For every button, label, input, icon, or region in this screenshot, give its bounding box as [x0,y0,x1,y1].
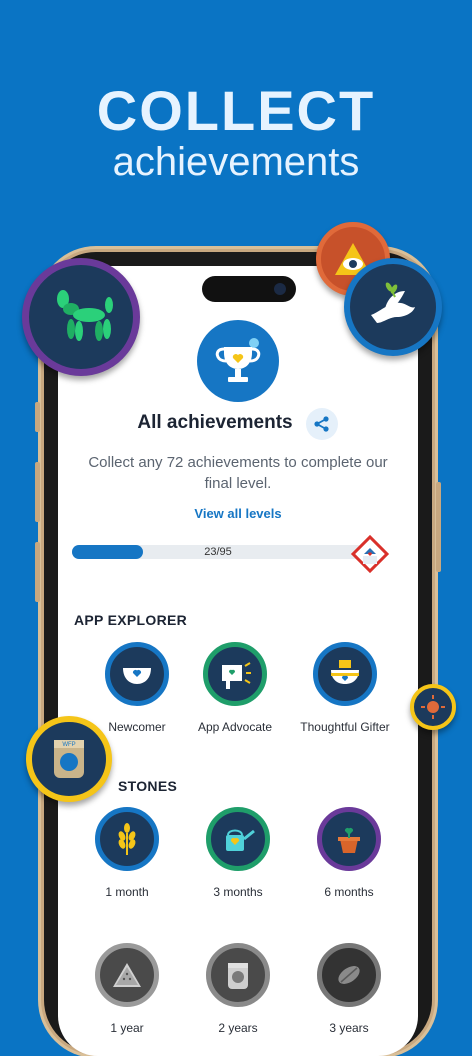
badge-3-months[interactable]: 3 months [183,807,293,899]
section-app-explorer: APP EXPLORER [74,612,188,628]
watering-can-icon [206,807,270,871]
trophy-icon [197,320,279,402]
balloon-dog-icon [57,290,113,341]
floating-badge-wfp-sack: WFP [26,716,112,802]
level-goal-icon [350,534,390,574]
headline-collect: COLLECT [96,79,376,142]
floating-badge-sun [410,684,456,730]
floating-badge-dove [344,258,442,356]
app-screen: All achievements Collect any 72 achievem… [58,266,418,1056]
wheat-icon [95,807,159,871]
badge-label: 3 months [213,885,263,899]
badge-1-month[interactable]: 1 month [72,807,182,899]
sack-label: WFP [62,742,75,748]
seed-icon [317,943,381,1007]
view-all-levels-link[interactable]: View all levels [58,506,418,521]
plant-pot-icon [317,807,381,871]
dove-olive-icon [371,282,415,323]
phone-power-button [436,482,441,572]
badge-label: 2 years [218,1021,258,1035]
phone-volume-up [35,462,40,522]
badge-3-years[interactable]: 3 years [294,943,404,1035]
sun-icon [421,695,445,719]
megaphone-heart-icon [203,642,267,706]
phone-volume-down [35,542,40,602]
badge-label: App Advocate [197,720,273,734]
phone-side-button [35,402,40,432]
badge-label: 3 years [329,1021,369,1035]
share-button[interactable] [306,408,338,440]
badge-label: 1 year [110,1021,144,1035]
floating-badge-balloon-dog [22,258,140,376]
badge-newcomer[interactable]: Newcomer [82,642,192,734]
badge-label: Thoughtful Gifter [300,720,390,734]
wfp-sack-icon: WFP [54,740,84,778]
gift-bowl-icon [313,642,377,706]
headline-achievements: achievements [112,140,360,184]
bowl-heart-icon [105,642,169,706]
badge-app-advocate[interactable]: App Advocate [180,642,290,734]
badge-label: 1 month [105,885,149,899]
share-icon [314,416,329,432]
watermelon-icon [95,943,159,1007]
badge-label: 6 months [324,885,374,899]
badge-2-years[interactable]: 2 years [183,943,293,1035]
level-description: Collect any 72 achievements to complete … [88,454,388,492]
badge-1-year[interactable]: 1 year [72,943,182,1035]
badge-thoughtful-gifter[interactable]: Thoughtful Gifter [290,642,400,734]
progress-label: 23/95 [204,546,232,558]
badge-6-months[interactable]: 6 months [294,807,404,899]
wfp-sack-icon [206,943,270,1007]
section-milestones: STONES [118,778,178,794]
dynamic-island [202,276,296,302]
